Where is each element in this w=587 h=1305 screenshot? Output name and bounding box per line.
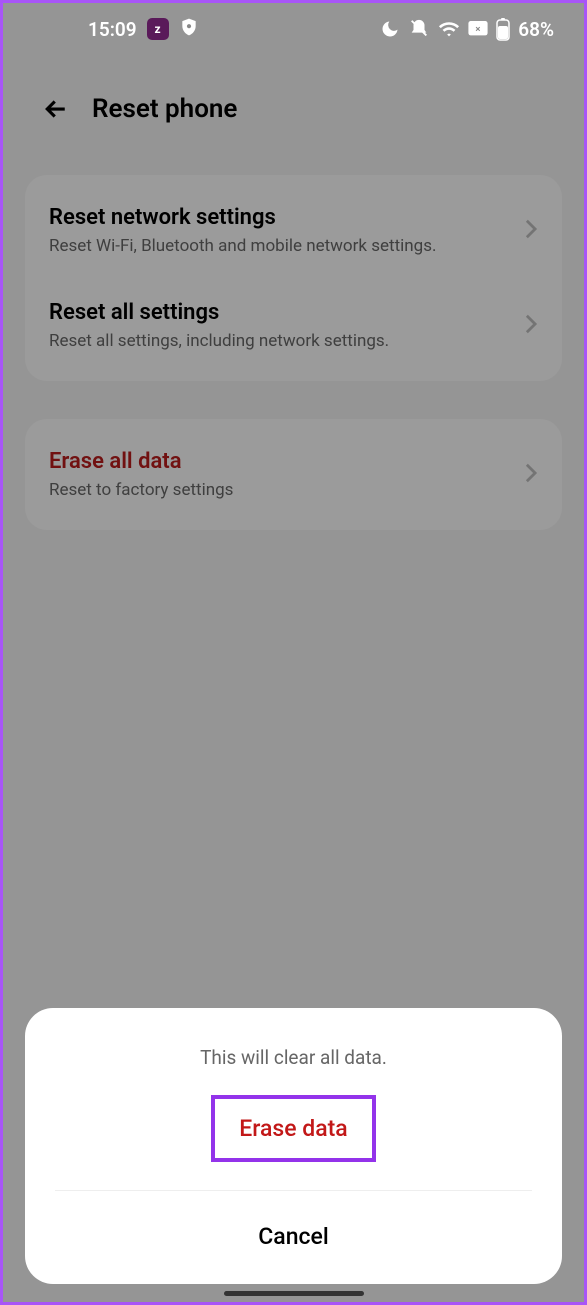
svg-text:×: × [476,24,481,35]
highlight-annotation: Erase data [211,1095,375,1162]
wifi-icon [438,18,460,40]
confirm-bottom-sheet: This will clear all data. Erase data Can… [25,1008,562,1284]
sheet-message: This will clear all data. [45,1046,542,1069]
home-indicator[interactable] [224,1291,364,1296]
signal-icon: × [468,21,488,37]
mute-icon [408,18,430,40]
status-time: 15:09 [88,18,137,41]
shield-icon [179,17,199,42]
battery-icon [496,17,510,41]
divider [55,1190,532,1191]
moon-icon [380,19,400,39]
cancel-button[interactable]: Cancel [45,1203,542,1260]
erase-data-button[interactable]: Erase data [215,1099,371,1158]
app-z-icon: z [147,18,169,40]
battery-percent: 68% [518,18,554,41]
